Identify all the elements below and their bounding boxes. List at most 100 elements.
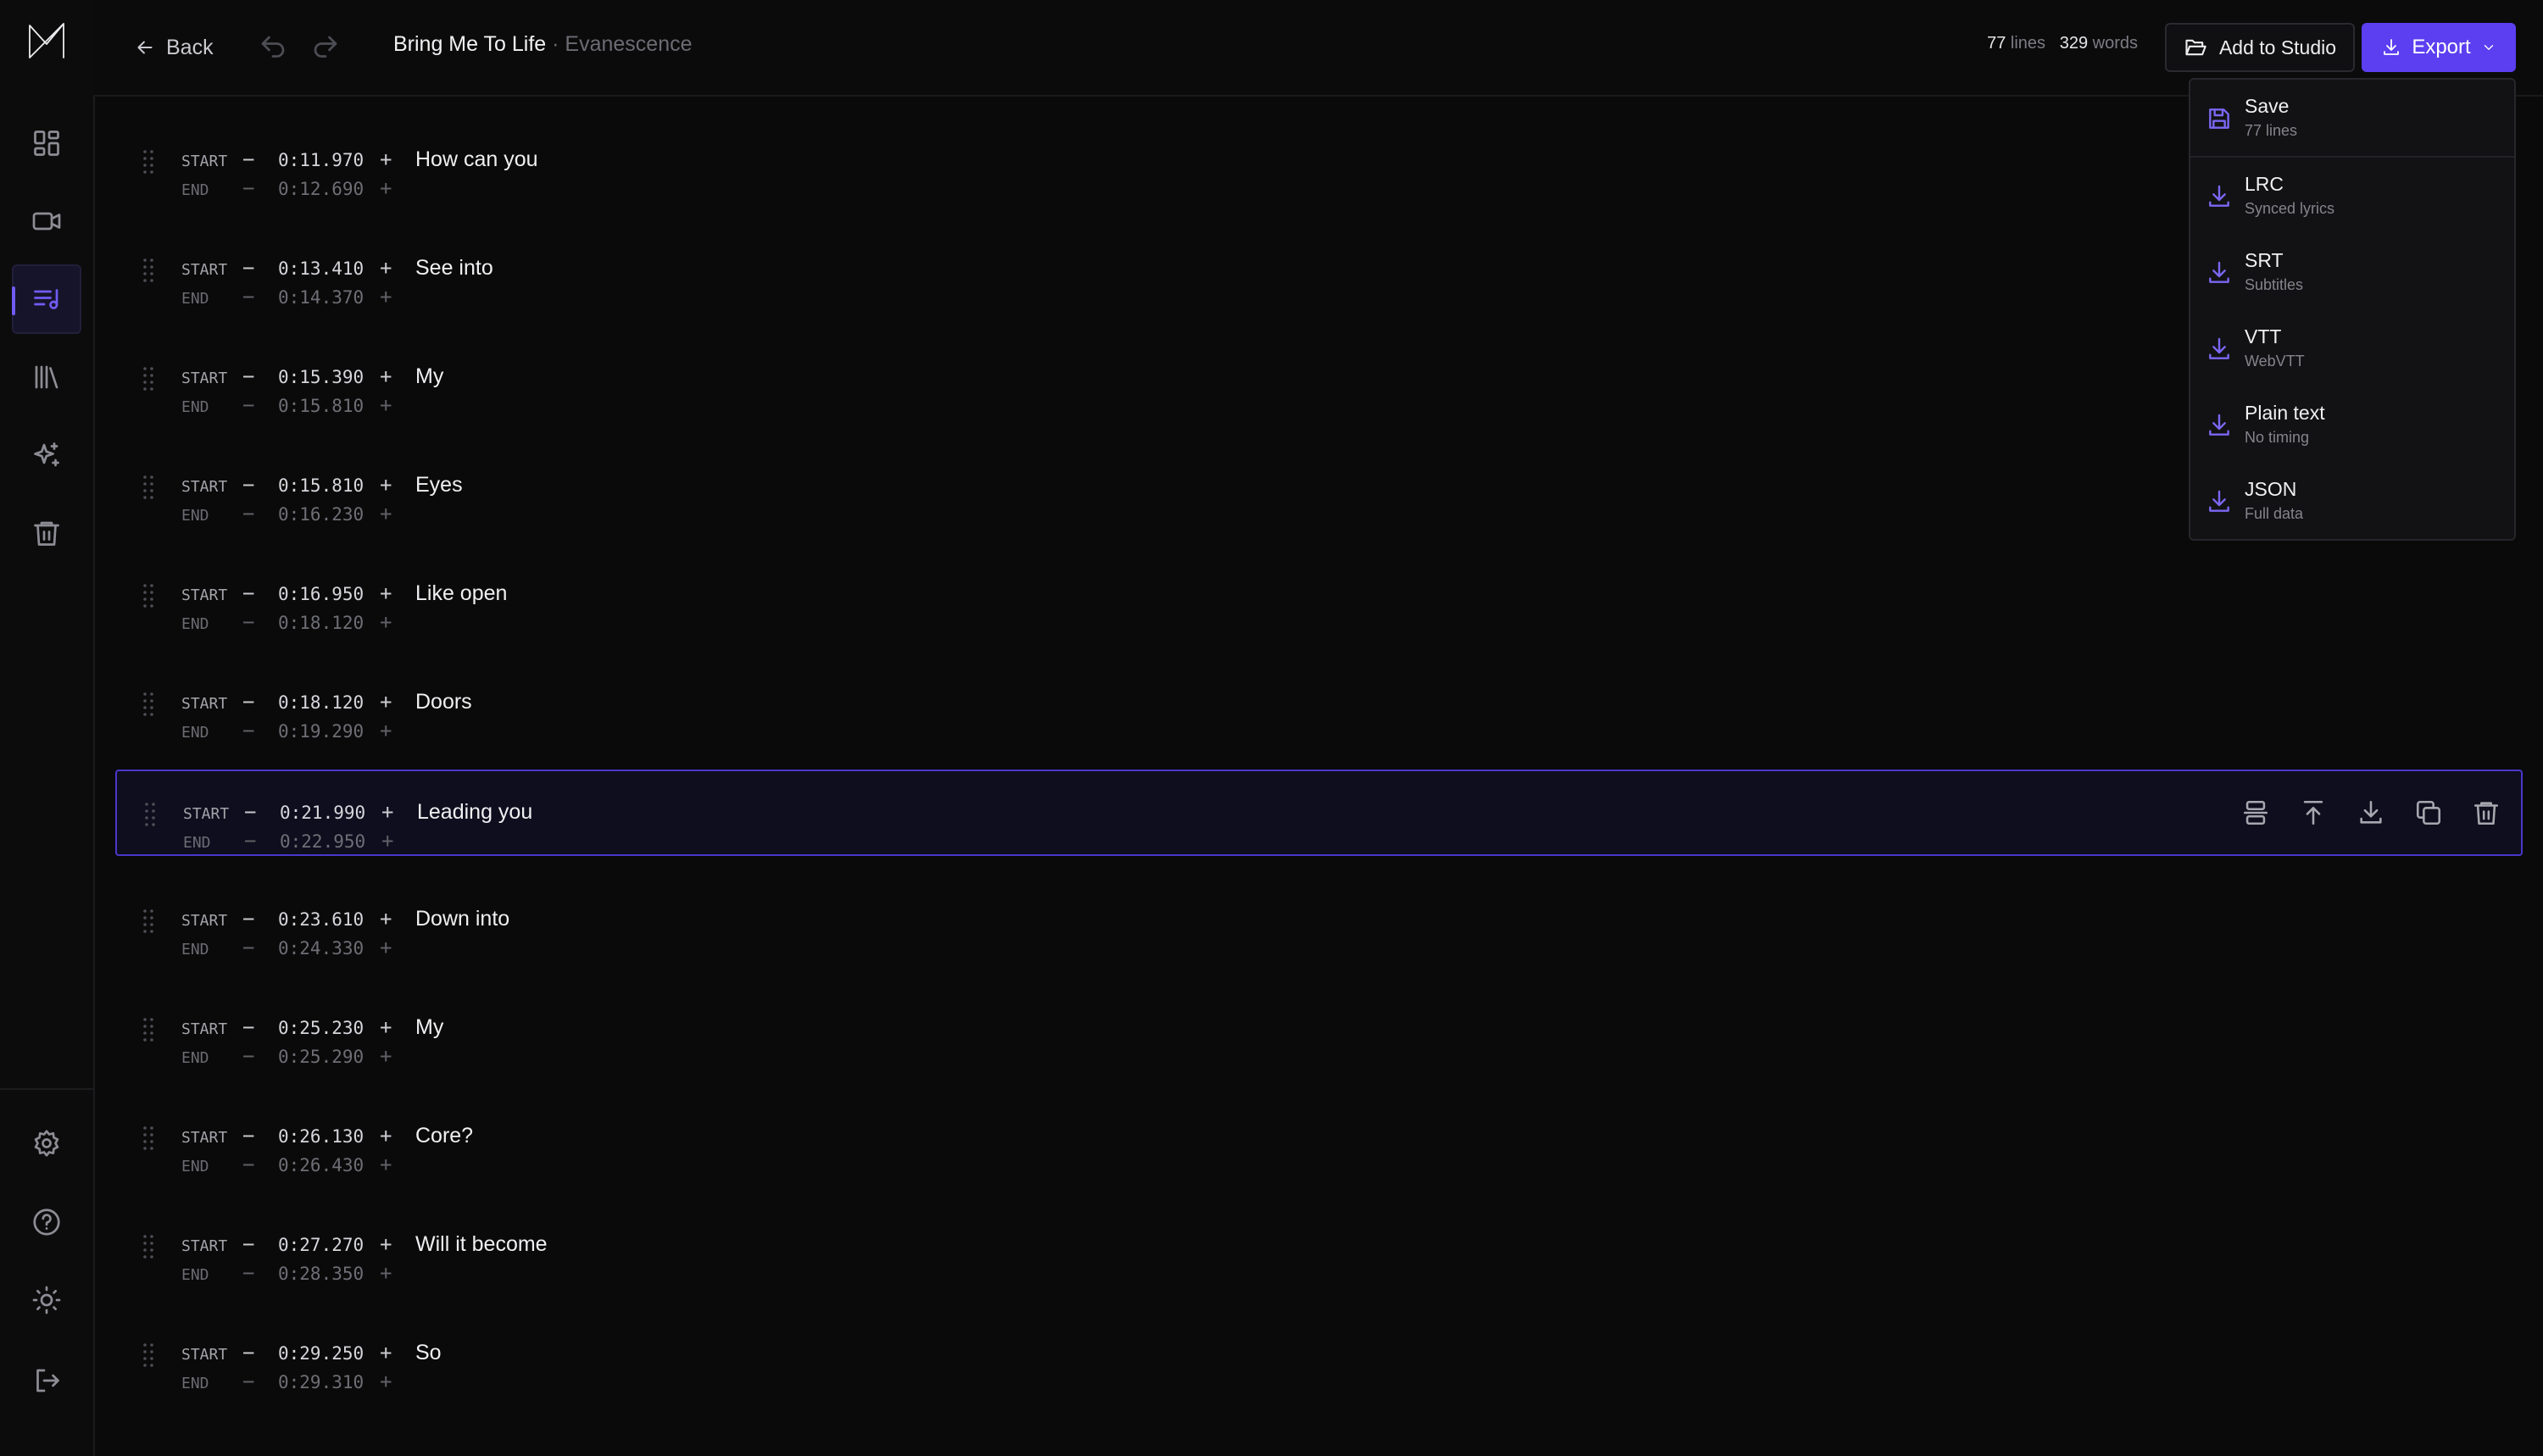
start-time[interactable]: 0:15.810 (278, 475, 364, 496)
lyric-line-row[interactable]: START − 0:15.390 + END − 0:15.810 + My (115, 336, 2523, 422)
start-decrement-button[interactable]: − (242, 909, 254, 929)
merge-down-icon[interactable] (2357, 798, 2385, 827)
lyric-line-row[interactable]: START − 0:16.950 + END − 0:18.120 + Like open (115, 553, 2523, 639)
drag-handle[interactable] (142, 1016, 154, 1043)
start-decrement-button[interactable]: − (242, 475, 254, 495)
end-increment-button[interactable]: + (381, 831, 393, 851)
start-time[interactable]: 0:16.950 (278, 584, 364, 604)
end-decrement-button[interactable]: − (242, 178, 254, 198)
split-line-icon[interactable] (2241, 798, 2270, 827)
lyric-line-row[interactable]: START − 0:25.230 + END − 0:25.290 + My (115, 986, 2523, 1073)
end-increment-button[interactable]: + (380, 1046, 392, 1066)
lyric-text[interactable]: Will it become (415, 1232, 548, 1257)
drag-handle[interactable] (142, 691, 154, 718)
end-decrement-button[interactable]: − (242, 720, 254, 741)
start-increment-button[interactable]: + (380, 475, 392, 495)
end-decrement-button[interactable]: − (242, 395, 254, 415)
merge-up-icon[interactable] (2299, 798, 2328, 827)
drag-handle[interactable] (142, 908, 154, 935)
end-time[interactable]: 0:28.350 (278, 1264, 364, 1284)
lyric-line-row[interactable]: START − 0:27.270 + END − 0:28.350 + Will it beco… (115, 1203, 2523, 1290)
start-time[interactable]: 0:25.230 (278, 1018, 364, 1038)
start-decrement-button[interactable]: − (242, 1017, 254, 1037)
start-decrement-button[interactable]: − (242, 258, 254, 278)
start-decrement-button[interactable]: − (242, 149, 254, 169)
sidebar-item-dashboard[interactable] (12, 108, 81, 178)
export-menu-item-lrc[interactable]: LRC Synced lyrics (2190, 159, 2514, 232)
start-increment-button[interactable]: + (380, 583, 392, 603)
start-time[interactable]: 0:26.130 (278, 1126, 364, 1147)
lyric-text[interactable]: Doors (415, 690, 472, 714)
drag-handle[interactable] (144, 801, 156, 828)
lyric-text[interactable]: How can you (415, 147, 538, 172)
export-menu-item-json[interactable]: JSON Full data (2190, 464, 2514, 537)
start-increment-button[interactable]: + (381, 802, 393, 822)
trash-icon[interactable] (2472, 798, 2501, 827)
start-increment-button[interactable]: + (380, 1342, 392, 1363)
export-menu-item-save[interactable]: Save 77 lines (2190, 81, 2514, 154)
drag-handle[interactable] (142, 257, 154, 284)
lyric-text[interactable]: See into (415, 256, 493, 281)
end-time[interactable]: 0:16.230 (278, 504, 364, 525)
end-increment-button[interactable]: + (380, 286, 392, 307)
end-decrement-button[interactable]: − (242, 1371, 254, 1392)
start-decrement-button[interactable]: − (242, 366, 254, 386)
drag-handle[interactable] (142, 474, 154, 501)
sidebar-item-logout[interactable] (12, 1346, 81, 1415)
start-increment-button[interactable]: + (380, 909, 392, 929)
end-time[interactable]: 0:19.290 (278, 721, 364, 742)
end-increment-button[interactable]: + (380, 1154, 392, 1175)
end-decrement-button[interactable]: − (242, 1046, 254, 1066)
sidebar-item-trash[interactable] (12, 498, 81, 568)
end-time[interactable]: 0:15.810 (278, 396, 364, 416)
start-decrement-button[interactable]: − (244, 802, 256, 822)
lyric-text[interactable]: Down into (415, 907, 509, 931)
sidebar-item-help[interactable] (12, 1187, 81, 1257)
sidebar-item-settings[interactable] (12, 1109, 81, 1178)
end-increment-button[interactable]: + (380, 720, 392, 741)
end-increment-button[interactable]: + (380, 503, 392, 524)
start-decrement-button[interactable]: − (242, 1125, 254, 1146)
end-increment-button[interactable]: + (380, 937, 392, 958)
export-button[interactable]: Export (2362, 23, 2516, 72)
start-increment-button[interactable]: + (380, 149, 392, 169)
sidebar-item-library[interactable] (12, 342, 81, 412)
lyric-line-row[interactable]: START − 0:21.990 + END − 0:22.950 + Leading you (115, 770, 2523, 856)
end-time[interactable]: 0:26.430 (278, 1155, 364, 1175)
lyric-text[interactable]: So (415, 1341, 442, 1365)
end-increment-button[interactable]: + (380, 612, 392, 632)
start-time[interactable]: 0:18.120 (278, 692, 364, 713)
sidebar-item-theme[interactable] (12, 1265, 81, 1335)
drag-handle[interactable] (142, 1233, 154, 1260)
end-decrement-button[interactable]: − (242, 286, 254, 307)
end-decrement-button[interactable]: − (242, 1263, 254, 1283)
start-time[interactable]: 0:29.250 (278, 1343, 364, 1364)
lyric-line-row[interactable]: START − 0:29.250 + END − 0:29.310 + So (115, 1312, 2523, 1398)
start-decrement-button[interactable]: − (242, 583, 254, 603)
start-increment-button[interactable]: + (380, 692, 392, 712)
drag-handle[interactable] (142, 365, 154, 392)
end-increment-button[interactable]: + (380, 1263, 392, 1283)
start-decrement-button[interactable]: − (242, 692, 254, 712)
drag-handle[interactable] (142, 582, 154, 609)
lyric-line-row[interactable]: START − 0:26.130 + END − 0:26.430 + Core? (115, 1095, 2523, 1181)
sidebar-item-lyrics-editor[interactable] (12, 264, 81, 334)
export-menu-item-plain-text[interactable]: Plain text No timing (2190, 388, 2514, 461)
duplicate-icon[interactable] (2414, 798, 2443, 827)
start-time[interactable]: 0:11.970 (278, 150, 364, 170)
start-time[interactable]: 0:23.610 (278, 909, 364, 930)
end-time[interactable]: 0:18.120 (278, 613, 364, 633)
end-increment-button[interactable]: + (380, 178, 392, 198)
lyric-line-row[interactable]: START − 0:15.810 + END − 0:16.230 + Eyes (115, 444, 2523, 531)
lyric-line-row[interactable]: START − 0:13.410 + END − 0:14.370 + See into (115, 227, 2523, 314)
lyric-text[interactable]: Leading you (417, 800, 532, 825)
lyric-line-row[interactable]: START − 0:23.610 + END − 0:24.330 + Down into (115, 878, 2523, 964)
sidebar-item-ai-tools[interactable] (12, 420, 81, 490)
start-time[interactable]: 0:27.270 (278, 1235, 364, 1255)
lyric-line-row[interactable]: START − 0:18.120 + END − 0:19.290 + Doors (115, 661, 2523, 747)
end-time[interactable]: 0:12.690 (278, 179, 364, 199)
end-increment-button[interactable]: + (380, 1371, 392, 1392)
add-to-studio-button[interactable]: Add to Studio (2165, 23, 2355, 72)
start-time[interactable]: 0:21.990 (280, 803, 365, 823)
start-decrement-button[interactable]: − (242, 1234, 254, 1254)
